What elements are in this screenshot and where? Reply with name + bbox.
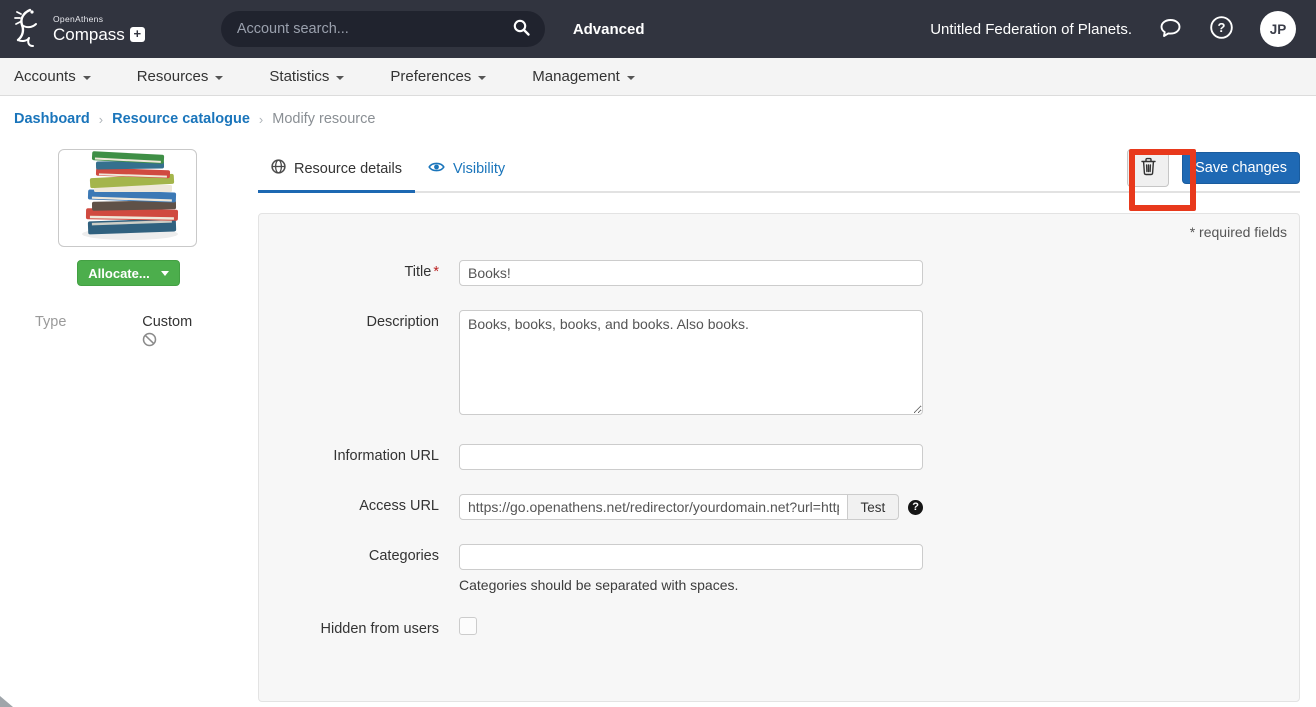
menu-accounts[interactable]: Accounts — [14, 68, 91, 85]
brand-name-top: OpenAthens — [53, 15, 145, 24]
categories-input[interactable] — [459, 544, 923, 570]
resource-thumbnail — [58, 149, 197, 247]
corner-widget-peek — [0, 696, 13, 707]
content-area: Allocate... Type Custom — [0, 141, 1316, 702]
brand-text: OpenAthens Compass + — [53, 15, 145, 43]
access-url-row: Access URL Test ? — [271, 494, 1287, 520]
openathens-compass-logo[interactable]: OpenAthens Compass + — [12, 6, 145, 53]
delete-resource-button[interactable] — [1127, 149, 1169, 187]
menu-management[interactable]: Management — [532, 68, 635, 85]
resource-editor-column: Resource details Visibility — [258, 141, 1300, 702]
caret-down-icon — [478, 76, 486, 80]
categories-label: Categories — [271, 544, 459, 593]
breadcrumb-separator: › — [99, 112, 103, 127]
description-label: Description — [271, 310, 459, 420]
access-url-input[interactable] — [459, 494, 848, 520]
menu-accounts-label: Accounts — [14, 68, 76, 85]
help-button[interactable]: ? — [1209, 15, 1234, 43]
breadcrumb-separator: › — [259, 112, 263, 127]
caret-down-icon — [83, 76, 91, 80]
required-asterisk: * — [433, 264, 439, 280]
modify-resource-page: OpenAthens Compass + Advanced Untit — [0, 0, 1316, 707]
information-url-input[interactable] — [459, 444, 923, 470]
caret-down-icon — [336, 76, 344, 80]
access-url-label: Access URL — [271, 494, 459, 520]
test-url-button[interactable]: Test — [848, 494, 900, 520]
allocate-dropdown-button[interactable]: Allocate... — [77, 260, 180, 286]
description-row: Description Books, books, books, and boo… — [271, 310, 1287, 420]
caret-down-icon — [215, 76, 223, 80]
menu-preferences[interactable]: Preferences — [390, 68, 486, 85]
breadcrumb-dashboard[interactable]: Dashboard — [14, 111, 90, 127]
top-navigation-bar: OpenAthens Compass + Advanced Untit — [0, 0, 1316, 58]
menu-resources[interactable]: Resources — [137, 68, 224, 85]
save-changes-button[interactable]: Save changes — [1182, 152, 1300, 184]
type-label: Type — [35, 314, 132, 330]
trash-icon — [1140, 157, 1157, 179]
search-button[interactable] — [510, 16, 533, 42]
topbar-right-group: Untitled Federation of Planets. ? JP — [930, 11, 1296, 47]
tab-visibility[interactable]: Visibility — [415, 160, 518, 191]
books-stack-image — [66, 150, 190, 247]
account-search-box — [221, 11, 545, 47]
resource-actions: Save changes — [1127, 149, 1300, 187]
caret-down-icon — [627, 76, 635, 80]
breadcrumb-current-page: Modify resource — [272, 111, 375, 127]
title-row: Title* — [271, 260, 1287, 286]
search-icon — [512, 18, 531, 40]
resource-summary-column: Allocate... Type Custom — [14, 141, 258, 702]
information-url-row: Information URL — [271, 444, 1287, 470]
chat-button[interactable] — [1158, 16, 1183, 43]
main-menu-bar: Accounts Resources Statistics Preference… — [0, 58, 1316, 96]
allocate-label: Allocate... — [88, 266, 149, 281]
hidden-from-users-label: Hidden from users — [271, 617, 459, 637]
svg-text:?: ? — [1218, 20, 1226, 35]
tab-visibility-label: Visibility — [453, 161, 505, 177]
no-symbol-icon — [142, 332, 258, 351]
information-url-label: Information URL — [271, 444, 459, 470]
eye-icon — [428, 160, 445, 178]
openathens-sprig-icon — [12, 6, 46, 53]
menu-resources-label: Resources — [137, 68, 209, 85]
menu-statistics[interactable]: Statistics — [269, 68, 344, 85]
caret-down-icon — [161, 271, 169, 276]
resource-details-form: Title* Description Books, books, books, … — [271, 260, 1287, 637]
menu-statistics-label: Statistics — [269, 68, 329, 85]
tab-bar: Resource details Visibility — [258, 141, 1300, 193]
hidden-from-users-checkbox[interactable] — [459, 617, 477, 635]
menu-preferences-label: Preferences — [390, 68, 471, 85]
breadcrumb: Dashboard › Resource catalogue › Modify … — [0, 96, 1316, 141]
hidden-from-users-row: Hidden from users — [271, 617, 1287, 637]
required-fields-note: * required fields — [271, 224, 1287, 240]
organisation-name: Untitled Federation of Planets. — [930, 21, 1132, 38]
advanced-search-link[interactable]: Advanced — [573, 21, 645, 38]
brand-name-bottom: Compass — [53, 26, 125, 43]
tab-resource-details[interactable]: Resource details — [258, 159, 415, 193]
description-textarea[interactable]: Books, books, books, and books. Also boo… — [459, 310, 923, 415]
categories-row: Categories Categories should be separate… — [271, 544, 1287, 593]
chat-bubble-icon — [1158, 16, 1183, 43]
categories-help-text: Categories should be separated with spac… — [459, 577, 923, 593]
search-input[interactable] — [237, 21, 510, 37]
menu-management-label: Management — [532, 68, 620, 85]
help-circle-icon: ? — [1209, 15, 1234, 43]
plus-badge-icon: + — [130, 27, 145, 42]
breadcrumb-resource-catalogue[interactable]: Resource catalogue — [112, 111, 250, 127]
question-circle-icon[interactable]: ? — [908, 500, 923, 515]
user-avatar[interactable]: JP — [1260, 11, 1296, 47]
resource-type-block: Type Custom — [35, 314, 258, 351]
tab-resource-details-label: Resource details — [294, 161, 402, 177]
globe-icon — [271, 159, 286, 178]
resource-details-panel: * required fields Title* Description — [258, 213, 1300, 702]
type-value: Custom — [142, 314, 258, 330]
title-input[interactable] — [459, 260, 923, 286]
title-label: Title* — [271, 260, 459, 286]
